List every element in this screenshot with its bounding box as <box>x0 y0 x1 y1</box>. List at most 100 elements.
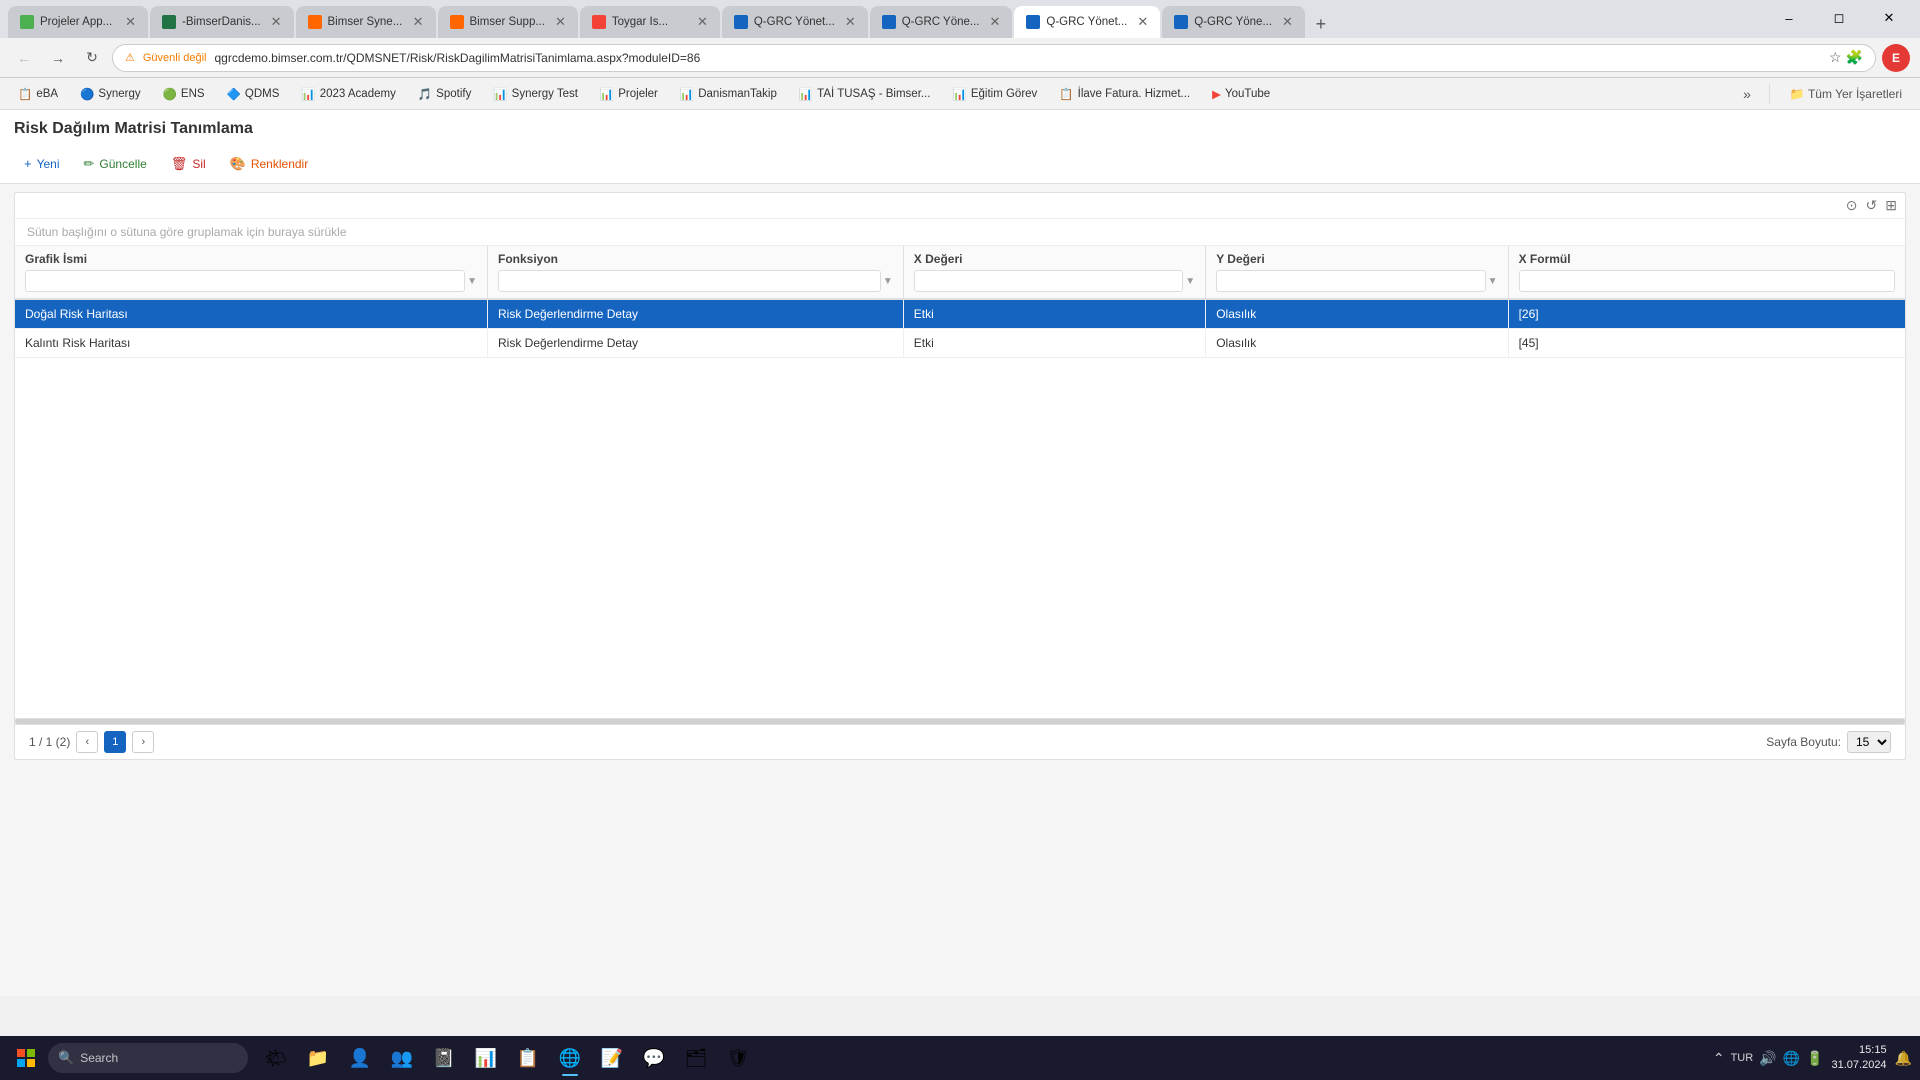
tab-close-toygar[interactable]: ✕ <box>697 14 708 30</box>
page-size-select[interactable]: 15 25 50 <box>1847 731 1891 753</box>
back-button[interactable]: ← <box>10 44 38 72</box>
address-actions: ☆ 🧩 <box>1829 49 1863 66</box>
col-filter-x-input[interactable] <box>914 270 1183 292</box>
taskbar-office-button[interactable]: 👤 <box>340 1038 380 1078</box>
bookmark-ilave[interactable]: 📋 İlave Fatura. Hizmet... <box>1051 84 1198 104</box>
tab-close-bimsersy[interactable]: ✕ <box>413 14 424 30</box>
notification-icon[interactable]: 🔔 <box>1895 1050 1912 1067</box>
start-button[interactable] <box>8 1040 44 1076</box>
restore-button[interactable]: ◻ <box>1816 2 1862 34</box>
tab-close-bimsersupp[interactable]: ✕ <box>555 14 566 30</box>
search-icon: 🔍 <box>58 1050 74 1066</box>
page-1-button[interactable]: 1 <box>104 731 126 753</box>
tab-projeler[interactable]: Projeler App... ✕ <box>8 6 148 38</box>
filter-icon-x[interactable]: ▼ <box>1185 276 1195 287</box>
delete-button[interactable]: 🗑 Sil <box>161 151 216 177</box>
tab-qgrc3[interactable]: Q-GRC Yönet... ✕ <box>1014 6 1160 38</box>
new-button[interactable]: + Yeni <box>14 151 70 176</box>
bookmarks-more-button[interactable]: » <box>1737 83 1757 105</box>
grid-action-1[interactable]: ⊙ <box>1846 197 1858 214</box>
table-row-2[interactable]: Kalıntı Risk Haritası Risk Değerlendirme… <box>15 329 1905 358</box>
taskbar-teams2-button[interactable]: 💬 <box>634 1038 674 1078</box>
tab-bimsersy[interactable]: Bimser Syne... ✕ <box>296 6 436 38</box>
all-bookmarks[interactable]: 📁 Tüm Yer İşaretleri <box>1782 84 1910 104</box>
filter-icon-y[interactable]: ▼ <box>1488 276 1498 287</box>
taskbar-widget-button[interactable]: 🌤 <box>256 1038 296 1078</box>
col-filter-y-input[interactable] <box>1216 270 1485 292</box>
network-icon[interactable]: 🌐 <box>1783 1050 1800 1067</box>
colorize-button[interactable]: 🎨 Renklendir <box>220 151 319 177</box>
bookmark-qdms[interactable]: 🔷 QDMS <box>219 84 288 104</box>
col-filter-grafik-input[interactable] <box>25 270 465 292</box>
col-header-grafik: Grafik İsmi ▼ <box>15 246 488 299</box>
reload-button[interactable]: ↻ <box>78 44 106 72</box>
address-box[interactable]: ⚠ Güvenli değil qgrcdemo.bimser.com.tr/Q… <box>112 44 1876 72</box>
bookmark-academy[interactable]: 📊 2023 Academy <box>293 84 403 104</box>
tab-qgrc2[interactable]: Q-GRC Yöne... ✕ <box>870 6 1013 38</box>
tab-qgrc1[interactable]: Q-GRC Yönet... ✕ <box>722 6 868 38</box>
taskbar-clock[interactable]: 15:15 31.07.2024 <box>1832 1043 1887 1074</box>
bookmark-tai[interactable]: 📊 TAİ TUSAŞ - Bimser... <box>791 84 939 104</box>
taskbar-excel-button[interactable]: 📊 <box>466 1038 506 1078</box>
bookmark-qdms-icon: 🔷 <box>227 87 241 101</box>
taskbar-onenote-button[interactable]: 📓 <box>424 1038 464 1078</box>
col-filter-xform-input[interactable] <box>1519 270 1895 292</box>
new-tab-button[interactable]: + <box>1307 10 1335 38</box>
speaker-icon[interactable]: 🔊 <box>1759 1050 1776 1067</box>
tab-close-qgrc3[interactable]: ✕ <box>1137 14 1148 30</box>
tab-close-projeler[interactable]: ✕ <box>125 14 136 30</box>
bookmark-danismantak[interactable]: 📊 DanismanTakip <box>672 84 785 104</box>
profile-icon[interactable]: E <box>1882 44 1910 72</box>
tab-qgrc4[interactable]: Q-GRC Yöne... ✕ <box>1162 6 1305 38</box>
explorer-icon: 📁 <box>307 1048 329 1069</box>
bookmark-synergy-test-icon: 📊 <box>493 87 507 101</box>
grid-export-icon[interactable]: ⊞ <box>1885 197 1897 214</box>
taskbar-word-button[interactable]: 📝 <box>592 1038 632 1078</box>
filter-icon-grafik[interactable]: ▼ <box>467 276 477 287</box>
tab-close-qgrc4[interactable]: ✕ <box>1282 14 1293 30</box>
cell-xform-2: [45] <box>1508 329 1905 358</box>
taskbar-teams-button[interactable]: 👥 <box>382 1038 422 1078</box>
taskbar-search[interactable]: 🔍 Search <box>48 1043 248 1073</box>
tab-toygar[interactable]: Toygar Is... ✕ <box>580 6 720 38</box>
col-header-y: Y Değeri ▼ <box>1206 246 1508 299</box>
taskbar-files-button[interactable]: 🗂 <box>676 1038 716 1078</box>
table-row-1[interactable]: Doğal Risk Haritası Risk Değerlendirme D… <box>15 299 1905 329</box>
bookmark-ilave-icon: 📋 <box>1059 87 1073 101</box>
tab-close-qgrc2[interactable]: ✕ <box>989 14 1000 30</box>
tab-bimserdan[interactable]: -BimserDanis... ✕ <box>150 6 294 38</box>
col-filter-fonk-input[interactable] <box>498 270 881 292</box>
bookmark-projeler[interactable]: 📊 Projeler <box>592 84 666 104</box>
bookmark-eba[interactable]: 📋 eBA <box>10 84 66 104</box>
taskbar-project-button[interactable]: 📋 <box>508 1038 548 1078</box>
files-icon: 🗂 <box>685 1048 708 1069</box>
bookmark-academy-icon: 📊 <box>301 87 315 101</box>
extensions-icon[interactable]: 🧩 <box>1846 49 1863 66</box>
taskbar-explorer-button[interactable]: 📁 <box>298 1038 338 1078</box>
chevron-up-icon[interactable]: ⌃ <box>1713 1050 1725 1067</box>
bookmark-danismantak-label: DanismanTakip <box>698 88 777 100</box>
grid-refresh-icon[interactable]: ↺ <box>1866 197 1878 214</box>
bookmark-synergy-test[interactable]: 📊 Synergy Test <box>485 84 586 104</box>
taskbar-security-button[interactable]: 🛡 <box>718 1038 758 1078</box>
next-page-button[interactable]: › <box>132 731 154 753</box>
bookmark-egitim[interactable]: 📊 Eğitim Görev <box>945 84 1046 104</box>
bookmark-ens[interactable]: 🟢 ENS <box>155 84 213 104</box>
bookmark-spotify[interactable]: 🎵 Spotify <box>410 84 480 104</box>
minimize-button[interactable]: – <box>1766 2 1812 34</box>
close-button[interactable]: ✕ <box>1866 2 1912 34</box>
tab-close-bimserdan[interactable]: ✕ <box>271 14 282 30</box>
bookmark-synergy[interactable]: 🔵 Synergy <box>72 84 149 104</box>
forward-button[interactable]: → <box>44 44 72 72</box>
tab-bimsersupp[interactable]: Bimser Supp... ✕ <box>438 6 578 38</box>
prev-page-button[interactable]: ‹ <box>76 731 98 753</box>
tab-close-qgrc1[interactable]: ✕ <box>845 14 856 30</box>
battery-icon[interactable]: 🔋 <box>1806 1050 1823 1067</box>
cell-y-2: Olasılık <box>1206 329 1508 358</box>
taskbar-chrome-button[interactable]: 🌐 <box>550 1038 590 1078</box>
star-icon[interactable]: ☆ <box>1829 49 1842 66</box>
bookmark-spotify-label: Spotify <box>436 88 471 100</box>
bookmark-youtube[interactable]: ▶ YouTube <box>1204 84 1278 104</box>
filter-icon-fonk[interactable]: ▼ <box>883 276 893 287</box>
update-button[interactable]: ✏ Güncelle <box>74 151 157 177</box>
